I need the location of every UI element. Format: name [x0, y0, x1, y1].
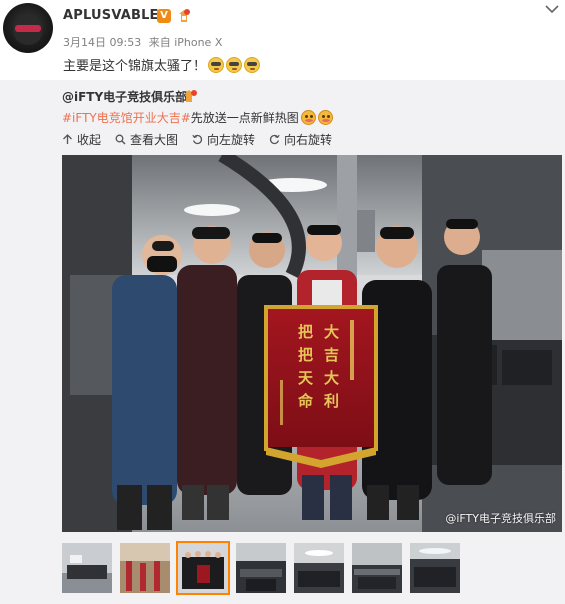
thumbnail-active[interactable]	[176, 541, 230, 595]
doge-emoji-icon	[226, 56, 243, 73]
avatar[interactable]	[3, 3, 53, 53]
post-meta: 3月14日 09:53 来自 iPhone X	[63, 34, 222, 50]
rotate-right-label: 向右旋转	[284, 132, 333, 147]
svg-text:把: 把	[298, 323, 313, 341]
thumbnail[interactable]	[236, 543, 286, 593]
blush-emoji-icon	[300, 110, 316, 125]
doge-emoji-icon	[244, 56, 261, 73]
svg-text:命: 命	[297, 392, 314, 410]
collapse-label: 收起	[77, 132, 102, 147]
post-text-body: 主要是这个锦旗太骚了！	[63, 59, 207, 74]
view-large-label: 查看大图	[130, 132, 179, 147]
repost-text: #iFTY电竞馆开业大吉# 先放送一点新鲜热图	[62, 109, 333, 126]
rotate-right-icon	[269, 134, 280, 144]
image-toolbar: 收起 查看大图 向左旋转 向右旋转	[62, 131, 346, 147]
photo-watermark: @iFTY电子竞技俱乐部	[445, 512, 556, 525]
arrow-up-icon	[63, 133, 72, 144]
thumbnail[interactable]	[62, 543, 112, 593]
verified-badge-icon: V	[157, 9, 171, 23]
rotate-left-button[interactable]: 向左旋转	[192, 131, 255, 147]
thumbnail[interactable]	[294, 543, 344, 593]
view-large-button[interactable]: 查看大图	[115, 131, 178, 147]
username[interactable]: APLUSVABLE	[63, 8, 159, 23]
post-time[interactable]: 3月14日 09:53	[63, 36, 141, 49]
rotate-right-button[interactable]: 向右旋转	[269, 131, 332, 147]
svg-text:吉: 吉	[324, 346, 339, 364]
level-badge-icon	[179, 9, 190, 22]
team-photo: 大 吉 大 利 把 把 天 命	[62, 155, 562, 532]
thumbnail[interactable]	[352, 543, 402, 593]
thumbnail-strip	[62, 541, 460, 596]
post-source: 来自 iPhone X	[148, 36, 223, 49]
hashtag-link[interactable]: #iFTY电竞馆开业大吉#	[62, 109, 191, 126]
svg-text:大: 大	[324, 323, 339, 341]
repost-text-body: 先放送一点新鲜热图	[190, 111, 299, 125]
doge-emoji-icon	[208, 56, 225, 73]
rotate-left-icon	[192, 134, 203, 144]
svg-text:利: 利	[324, 392, 339, 410]
main-photo[interactable]: 大 吉 大 利 把 把 天 命 @iFTY电子竞技俱乐部	[62, 155, 562, 532]
svg-text:天: 天	[298, 369, 314, 387]
post-text: 主要是这个锦旗太骚了！	[63, 55, 261, 74]
collapse-button[interactable]: 收起	[62, 131, 101, 147]
repost-username[interactable]: @iFTY电子竞技俱乐部	[62, 88, 187, 105]
svg-text:把: 把	[298, 346, 313, 364]
thumbnail[interactable]	[120, 543, 170, 593]
thumbnail[interactable]	[410, 543, 460, 593]
avatar-glasses	[15, 25, 41, 32]
level-badge-icon	[184, 90, 197, 102]
search-icon	[115, 134, 126, 144]
rotate-left-label: 向左旋转	[207, 132, 256, 147]
blush-emoji-icon	[317, 110, 333, 125]
chevron-down-icon[interactable]	[545, 4, 559, 14]
svg-text:大: 大	[324, 369, 339, 387]
